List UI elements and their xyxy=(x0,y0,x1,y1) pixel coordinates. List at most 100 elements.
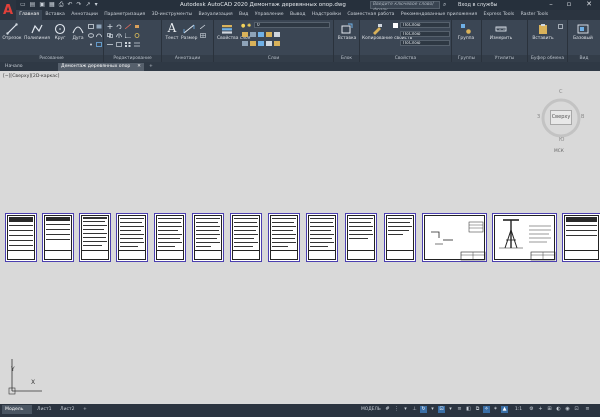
drawing-sheet-pole[interactable] xyxy=(492,213,557,262)
tab-start[interactable]: Начало xyxy=(2,63,54,71)
clean-screen-icon[interactable]: ⊡ xyxy=(573,406,580,413)
annotation-visibility-icon[interactable]: ✧ xyxy=(483,406,490,413)
tab-featured-apps[interactable]: Рекомендованные приложения xyxy=(398,10,481,20)
viewcube-south[interactable]: Ю xyxy=(559,137,564,143)
snap-icon[interactable]: ⋮ xyxy=(393,406,400,413)
copy-icon[interactable] xyxy=(107,33,113,38)
annotation-scale-icon[interactable]: ▲ xyxy=(501,406,508,413)
drawing-sheet[interactable] xyxy=(192,213,224,262)
panel-groups-title[interactable]: Группы xyxy=(452,55,481,62)
close-icon[interactable]: ✕ xyxy=(582,0,596,10)
print-icon[interactable]: ⎙ xyxy=(59,1,64,9)
layer-properties-button[interactable]: Свойства слоя xyxy=(217,23,250,41)
tab-visualize[interactable]: Визуализация xyxy=(195,10,236,20)
paste-button[interactable]: Вставить xyxy=(531,23,555,41)
drawing-sheet[interactable] xyxy=(306,213,338,262)
drawing-sheet[interactable] xyxy=(230,213,262,262)
array-icon[interactable] xyxy=(125,42,131,47)
erase-icon[interactable] xyxy=(134,24,140,29)
hardware-acceleration-icon[interactable]: ◉ xyxy=(564,406,571,413)
tab-collaborate[interactable]: Совместная работа xyxy=(344,10,398,20)
layer-walk-icon[interactable] xyxy=(258,41,264,46)
spline-icon[interactable] xyxy=(96,33,102,38)
lineweight-icon[interactable]: ≡ xyxy=(456,406,463,413)
panel-draw-title[interactable]: Рисование xyxy=(0,55,103,62)
chevron-down-icon[interactable]: ▾ xyxy=(402,406,409,413)
match-properties-button[interactable]: Копирование свойств xyxy=(362,23,412,41)
trim-icon[interactable] xyxy=(125,24,131,29)
lineweight-dropdown[interactable]: ПоСлою xyxy=(400,31,450,37)
maximize-icon[interactable]: ▫ xyxy=(562,0,576,10)
drawing-sheet[interactable] xyxy=(116,213,148,262)
add-layout-button[interactable]: + xyxy=(80,405,90,414)
drawing-sheet[interactable] xyxy=(268,213,300,262)
linetype-dropdown[interactable]: ПоСлою xyxy=(400,40,450,46)
leader-icon[interactable] xyxy=(200,24,206,29)
drawing-sheet[interactable] xyxy=(384,213,416,262)
new-icon[interactable]: ▭ xyxy=(20,1,26,9)
isodraft-icon[interactable]: ▾ xyxy=(429,406,436,413)
panel-properties-title[interactable]: Свойства xyxy=(360,55,451,62)
layer-state-icon[interactable] xyxy=(242,32,248,37)
drawing-sheet[interactable] xyxy=(345,213,377,262)
circle-tool[interactable]: Круг xyxy=(52,23,68,41)
drawing-sheet[interactable] xyxy=(5,213,37,262)
stretch-icon[interactable] xyxy=(107,42,113,47)
drawing-sheet[interactable] xyxy=(79,213,111,262)
viewcube[interactable]: С Ю З В Сверху МСК xyxy=(536,87,586,157)
layer-off-icon[interactable] xyxy=(266,32,272,37)
panel-annotation-title[interactable]: Аннотации xyxy=(162,55,213,62)
object-snap-icon[interactable]: ⊡ xyxy=(438,406,445,413)
tab-home[interactable]: Главная xyxy=(16,10,43,20)
viewcube-east[interactable]: В xyxy=(581,114,584,120)
text-tool[interactable]: A Текст xyxy=(164,22,180,42)
viewcube-west[interactable]: З xyxy=(537,114,540,120)
ucs-icon[interactable]: Y X xyxy=(4,355,44,397)
transparency-icon[interactable]: ◧ xyxy=(465,406,472,413)
layer-isolate-icon[interactable] xyxy=(250,32,256,37)
tab-layout2[interactable]: Лист2 xyxy=(57,405,79,414)
offset-icon[interactable] xyxy=(134,42,140,47)
mirror-icon[interactable] xyxy=(116,33,122,38)
isolate-objects-icon[interactable]: ◐ xyxy=(555,406,562,413)
close-tab-icon[interactable]: ✕ xyxy=(137,63,141,71)
signin-link[interactable]: Вход в службы xyxy=(458,2,497,8)
minimize-icon[interactable]: – xyxy=(544,0,558,10)
tab-express-tools[interactable]: Express Tools xyxy=(480,10,517,20)
undo-icon[interactable]: ↶ xyxy=(68,1,73,9)
units-icon[interactable]: ⊞ xyxy=(546,406,553,413)
tab-drawing[interactable]: Демонтаж деревянных опор ✕ xyxy=(58,63,144,71)
line-tool[interactable]: Отрезок xyxy=(2,23,22,41)
tab-annotate[interactable]: Аннотации xyxy=(68,10,101,20)
layer-merge-icon[interactable] xyxy=(266,41,272,46)
layer-lock-icon[interactable] xyxy=(274,32,280,37)
measure-button[interactable]: Измерить xyxy=(486,23,516,41)
tab-parametric[interactable]: Параметризация xyxy=(101,10,148,20)
panel-layers-title[interactable]: Слои xyxy=(214,55,333,62)
ellipse-icon[interactable] xyxy=(88,33,94,38)
polar-icon[interactable]: ↻ xyxy=(420,406,427,413)
tab-layout1[interactable]: Лист1 xyxy=(34,405,56,414)
rotate-icon[interactable] xyxy=(116,24,122,29)
share-icon[interactable]: ↗ xyxy=(86,1,91,9)
annotation-scale-value[interactable]: 1:1 xyxy=(512,405,526,414)
viewcube-north[interactable]: С xyxy=(559,89,563,95)
panel-utilities-title[interactable]: Утилиты xyxy=(482,55,527,62)
table-icon[interactable] xyxy=(200,33,206,38)
grid-icon[interactable]: # xyxy=(384,406,391,413)
point-icon[interactable] xyxy=(88,42,94,47)
layer-delete-icon[interactable] xyxy=(274,41,280,46)
search-icon[interactable]: ⌕ xyxy=(443,1,446,9)
region-icon[interactable] xyxy=(96,42,102,47)
scale-icon[interactable] xyxy=(116,42,122,47)
polyline-tool[interactable]: Полилиния xyxy=(24,23,50,41)
tab-manage[interactable]: Управление xyxy=(252,10,287,20)
panel-clipboard-title[interactable]: Буфер обмена xyxy=(528,55,567,62)
drawing-viewport[interactable]: [−][Сверху][2D-каркас] С Ю З В Сверху МС… xyxy=(0,71,600,404)
arc-tool[interactable]: Дуга xyxy=(70,23,86,41)
tab-model[interactable]: Модель xyxy=(2,405,32,414)
drawing-sheet[interactable] xyxy=(562,213,600,262)
hatch-icon[interactable] xyxy=(96,24,102,29)
layer-freeze-icon[interactable] xyxy=(258,32,264,37)
panel-view-title[interactable]: Вид xyxy=(568,55,600,62)
